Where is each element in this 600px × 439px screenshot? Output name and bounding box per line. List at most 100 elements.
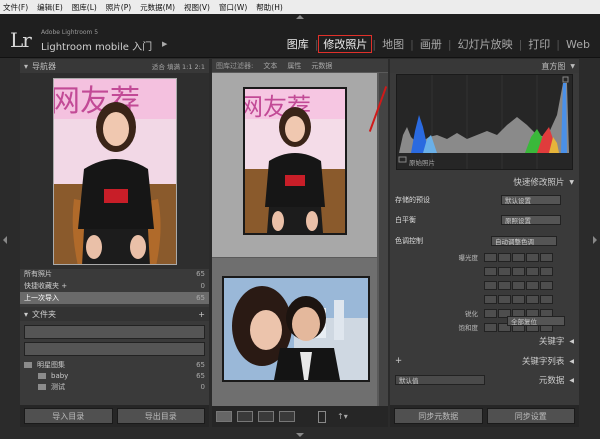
grid-cell-selected[interactable]: 网友荐	[212, 73, 377, 257]
catalog-item-previous-import[interactable]: 上一次导入 65	[20, 292, 209, 304]
add-keyword-button[interactable]: +	[395, 356, 402, 366]
filmstrip-toggle-icon[interactable]	[296, 433, 304, 437]
white-balance-row: 白平衡 原照设置	[395, 213, 574, 227]
menu-help[interactable]: 帮助(H)	[256, 2, 283, 13]
metadata-preset-select[interactable]: 默认值	[395, 375, 485, 385]
menu-library[interactable]: 图库(L)	[72, 2, 97, 13]
auto-tone-button[interactable]: 自动调整色调	[491, 236, 557, 246]
lightroom-logo: Lr	[10, 28, 32, 52]
tone-slider-row	[440, 279, 564, 291]
photo-thumbnail[interactable]: 网友荐	[243, 87, 347, 235]
keywords-header[interactable]: 关键字 ◀	[390, 334, 579, 348]
folder-icon	[38, 383, 46, 390]
folder-item[interactable]: 测试 0	[20, 381, 209, 392]
original-photo-label: 原始照片	[409, 159, 435, 167]
quick-develop-title: 快速修改照片	[513, 178, 565, 188]
grid-cell[interactable]	[212, 258, 377, 406]
menu-bar: 文件(F) 编辑(E) 图库(L) 照片(P) 元数据(M) 视图(V) 窗口(…	[0, 0, 600, 14]
filter-label: 图库过滤器:	[216, 61, 254, 70]
folder-icon	[38, 372, 46, 379]
toolbar: ↑▾	[212, 406, 388, 427]
folders-list: 明星图集 65 baby 65 测试 0	[20, 322, 209, 392]
module-book[interactable]: 画册	[414, 36, 448, 52]
grid-scrollbar[interactable]	[379, 73, 388, 406]
right-panel: 直方图 ▼ 原始照片 快速修改照片 ▼ 存储的预设 默认设置 白平衡 原照设置	[390, 59, 579, 427]
mobile-arrow-icon[interactable]: ▶	[162, 40, 167, 48]
add-folder-button[interactable]: +	[198, 310, 205, 319]
navigator-preview[interactable]: 网友荐	[20, 73, 209, 269]
right-panel-toggle-icon[interactable]	[593, 236, 597, 244]
sync-settings-button[interactable]: 同步设置	[486, 408, 575, 424]
navigator-photo: 网友荐	[53, 78, 177, 265]
menu-edit[interactable]: 编辑(E)	[37, 2, 63, 13]
navigator-header[interactable]: ▾ 导航器 适合 填满 1:1 2:1	[20, 59, 209, 73]
histogram: 原始照片	[396, 74, 573, 170]
module-web[interactable]: Web	[560, 38, 596, 51]
histogram-header[interactable]: 直方图 ▼	[390, 59, 579, 73]
folders-title: 文件夹	[32, 309, 57, 319]
metadata-header[interactable]: 默认值 元数据 ◀	[390, 373, 579, 387]
navigator-title: 导航器	[32, 61, 57, 71]
volume-bar[interactable]	[24, 342, 205, 356]
module-map[interactable]: 地图	[376, 36, 410, 52]
filter-metadata[interactable]: 元数据	[311, 61, 332, 71]
module-develop[interactable]: 修改照片	[318, 35, 373, 53]
module-library[interactable]: 图库	[281, 36, 315, 52]
keywords-title: 关键字	[538, 337, 565, 347]
keyword-list-header[interactable]: + 关键字列表 ◀	[390, 354, 579, 368]
saved-preset-select[interactable]: 默认设置	[501, 195, 561, 205]
menu-photo[interactable]: 照片(P)	[106, 2, 131, 13]
metadata-title: 元数据	[538, 376, 565, 386]
catalog-list: 所有照片 65 快捷收藏夹 + 0 上一次导入 65	[20, 268, 209, 304]
module-slideshow[interactable]: 幻灯片放映	[452, 36, 519, 52]
import-button[interactable]: 导入目录	[24, 408, 113, 424]
grid-view-icon[interactable]	[216, 411, 232, 422]
survey-view-icon[interactable]	[279, 411, 295, 422]
tone-control-label: 色调控制	[395, 237, 423, 245]
keyword-list-title: 关键字列表	[521, 357, 565, 367]
folder-item[interactable]: 明星图集 65	[20, 359, 209, 370]
export-button[interactable]: 导出目录	[116, 408, 205, 424]
menu-file[interactable]: 文件(F)	[3, 2, 28, 13]
catalog-item-all-photos[interactable]: 所有照片 65	[20, 268, 209, 280]
navigator-zoom-options[interactable]: 适合 填满 1:1 2:1	[152, 61, 205, 71]
quick-develop-header[interactable]: 快速修改照片 ▼	[390, 175, 579, 189]
sort-direction-icon[interactable]: ↑▾	[337, 412, 348, 421]
tone-slider-row	[440, 265, 564, 277]
folders-header[interactable]: ▾ 文件夹 +	[20, 307, 209, 321]
compare-view-icon[interactable]	[258, 411, 274, 422]
menu-metadata[interactable]: 元数据(M)	[140, 2, 175, 13]
menu-view[interactable]: 视图(V)	[184, 2, 210, 13]
left-panel-toggle-icon[interactable]	[3, 236, 7, 244]
loupe-view-icon[interactable]	[237, 411, 253, 422]
reset-all-button[interactable]: 全部复位	[507, 316, 565, 326]
top-panel-toggle-icon[interactable]	[296, 15, 304, 19]
filter-text[interactable]: 文本	[263, 61, 277, 71]
grid-view: 图库过滤器: 文本 属性 元数据 网友荐 ↑▾	[212, 59, 388, 427]
saved-preset-row: 存储的预设 默认设置	[395, 193, 574, 207]
tone-slider-row	[440, 293, 564, 305]
menu-window[interactable]: 窗口(W)	[219, 2, 247, 13]
catalog-item-quick-collection[interactable]: 快捷收藏夹 + 0	[20, 280, 209, 292]
painter-icon[interactable]	[318, 410, 326, 423]
app-version: Adobe Lightroom 5	[41, 29, 99, 36]
white-balance-select[interactable]: 原照设置	[501, 215, 561, 225]
reset-all-row: 全部复位	[395, 314, 574, 328]
filter-attribute[interactable]: 属性	[287, 61, 301, 71]
module-picker: 图库 | 修改照片 | 地图 | 画册 | 幻灯片放映 | 打印 | Web	[281, 35, 596, 53]
app-name: Lightroom mobile 入门	[41, 42, 153, 53]
left-panel: ▾ 导航器 适合 填满 1:1 2:1 网友荐 所有照片 65 快捷收藏夹 + …	[20, 59, 209, 427]
library-filter-bar: 图库过滤器: 文本 属性 元数据	[212, 59, 388, 72]
photo-thumbnail[interactable]	[222, 276, 370, 382]
folder-item[interactable]: baby 65	[20, 370, 209, 381]
right-panel-footer: 同步元数据 同步设置	[390, 405, 579, 427]
white-balance-label: 白平衡	[395, 216, 416, 224]
sync-metadata-button[interactable]: 同步元数据	[394, 408, 483, 424]
identity-plate: Lr Adobe Lightroom 5 Lightroom mobile 入门…	[0, 14, 600, 58]
histogram-title: 直方图	[541, 61, 566, 71]
tone-slider-row: 曝光度	[440, 251, 564, 263]
volume-bar[interactable]	[24, 325, 205, 339]
left-panel-footer: 导入目录 导出目录	[20, 405, 209, 427]
module-print[interactable]: 打印	[522, 36, 556, 52]
tone-control-row: 色调控制 自动调整色调	[395, 234, 574, 248]
